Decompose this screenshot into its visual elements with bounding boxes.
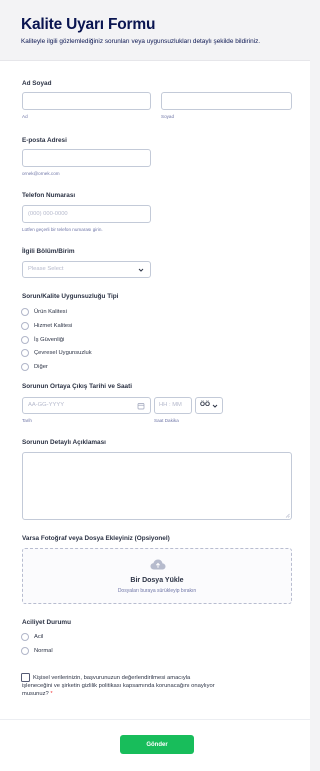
radio-option-label: Normal [34,647,53,654]
issue-type-label: Sorun/Kalite Uygunsuzluğu Tipi [22,293,119,300]
consent-text-line2: işleneceğini ve şirketin gizlilik politi… [22,683,215,689]
radio-button[interactable] [21,321,29,330]
radio-option-diger[interactable]: Diğer [21,361,92,373]
consent-checkbox[interactable] [21,673,30,682]
phone-input[interactable]: (000) 000-0000 [22,205,151,223]
department-label: İlgili Bölüm/Birim [22,248,75,255]
last-name-input[interactable] [161,92,292,110]
date-placeholder: AA-GG-YYYY [28,402,65,408]
radio-button[interactable] [21,335,29,344]
datetime-label: Sorunun Ortaya Çıkış Tarihi ve Saati [22,383,132,390]
calendar-icon[interactable] [137,402,145,410]
radio-option-label: Ürün Kalitesi [34,309,67,315]
radio-button[interactable] [21,363,29,372]
upload-label: Varsa Fotoğraf veya Dosya Ekleyiniz (Ops… [22,535,170,542]
cloud-upload-icon [150,559,166,570]
consent-text-line3: musunuz? * [22,690,53,698]
form-header: Kalite Uyarı Formu Kaliteyle ilgili gözl… [0,0,310,60]
first-name-sublabel: Ad [22,114,28,119]
radio-option-label: Acil [34,634,44,640]
radio-option-label: Diğer [34,364,48,371]
required-asterisk: * [50,691,53,697]
submit-button[interactable]: Gönder [120,735,194,754]
issue-type-options: Ürün Kalitesi Hizmet Kalitesi İş Güvenli… [21,306,92,373]
radio-option-normal[interactable]: Normal [21,645,53,657]
chevron-down-icon [212,404,218,408]
form-title: Kalite Uyarı Formu [21,16,156,33]
radio-option-acil[interactable]: Acil [21,631,53,643]
urgency-options: Acil Normal [21,631,53,657]
chevron-down-icon [138,268,144,272]
phone-placeholder: (000) 000-0000 [28,211,68,217]
time-placeholder: HH : MM [159,402,182,408]
date-sublabel: Tarih [22,418,32,423]
email-input[interactable] [22,149,151,167]
radio-button[interactable] [21,308,29,316]
description-label: Sorunun Detaylı Açıklaması [22,439,106,446]
ampm-select[interactable]: ÖÖ [195,397,223,414]
department-placeholder: Please Select [28,266,64,272]
radio-button[interactable] [21,646,29,655]
department-select[interactable]: Please Select [22,261,151,278]
file-upload-dropzone[interactable]: Bir Dosya Yükle Dosyaları buraya sürükle… [22,548,292,604]
radio-button[interactable] [21,633,29,641]
first-name-input[interactable] [22,92,151,110]
phone-sublabel: Lütfen geçerli bir telefon numarası giri… [22,227,103,232]
radio-option-label: Çevresel Uygunsuzluk [34,350,92,357]
radio-button[interactable] [21,349,29,358]
footer-divider [0,719,310,720]
urgency-label: Aciliyet Durumu [22,619,72,626]
radio-option-label: Hizmet Kalitesi [34,322,73,329]
ampm-value: ÖÖ [200,401,210,408]
phone-label: Telefon Numarası [22,192,76,199]
time-sublabel: Saat Dakika [154,418,179,423]
upload-title: Bir Dosya Yükle [130,577,184,584]
date-input[interactable]: AA-GG-YYYY [22,397,151,414]
upload-hint: Dosyaları buraya sürükleyip bırakın [117,588,197,594]
radio-option-is-guvenligi[interactable]: İş Güvenliği [21,334,92,346]
form-subtitle: Kaliteyle ilgili gözlemlediğiniz sorunla… [21,38,261,45]
radio-option-cevresel-uygunsuzluk[interactable]: Çevresel Uygunsuzluk [21,347,92,359]
email-sublabel: ornek@ornek.com [22,171,60,176]
consent-text-line1: Kişisel verilerinizin, başvurunuzun değe… [33,675,191,681]
name-label: Ad Soyad [22,80,52,87]
description-textarea[interactable] [22,452,292,520]
consent-question: musunuz? [22,691,49,697]
radio-option-urun-kalitesi[interactable]: Ürün Kalitesi [21,306,92,318]
email-label: E-posta Adresi [22,137,67,144]
radio-option-label: İş Güvenliği [34,336,65,343]
time-input[interactable]: HH : MM [154,397,192,414]
last-name-sublabel: Soyad [161,114,175,119]
resize-handle-icon[interactable] [285,513,290,518]
radio-option-hizmet-kalitesi[interactable]: Hizmet Kalitesi [21,320,92,332]
